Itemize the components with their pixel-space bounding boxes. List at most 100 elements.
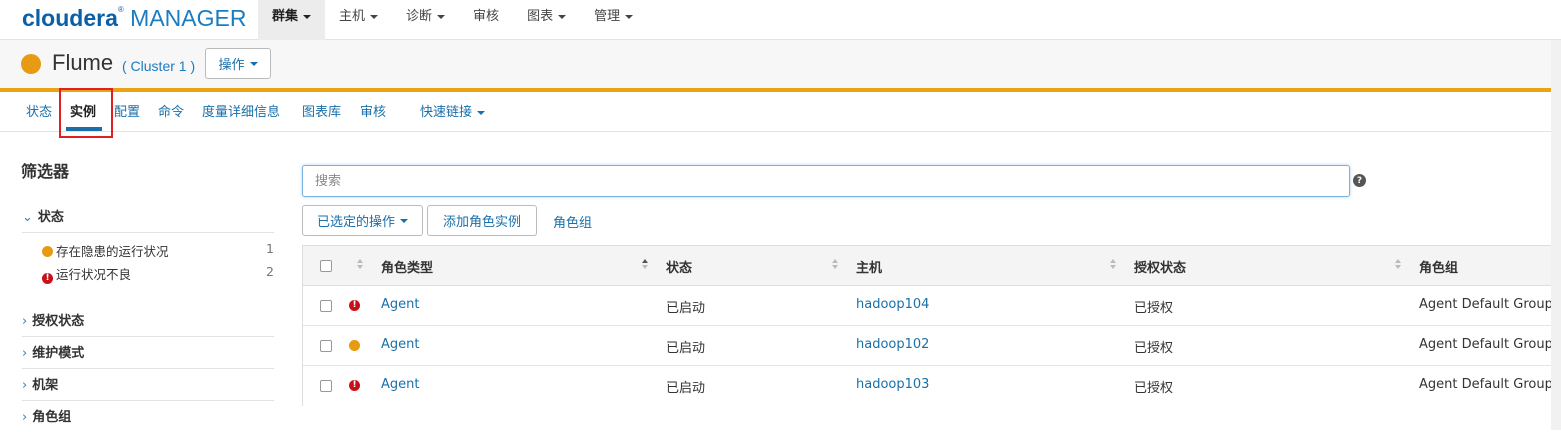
- top-navbar: cloudera® MANAGER 群集 主机 诊断 审核 图表 管理: [0, 0, 1561, 40]
- role-type-link[interactable]: Agent: [381, 377, 419, 392]
- column-role-type[interactable]: 角色类型: [381, 257, 433, 276]
- sort-icon[interactable]: [1110, 259, 1117, 271]
- table-header: 角色类型 状态 主机 授权状态 角色组: [303, 246, 1561, 286]
- filter-bad-label: 运行状况不良: [56, 267, 132, 282]
- chevron-right-icon: ›: [22, 314, 28, 329]
- host-link[interactable]: hadoop102: [856, 337, 929, 352]
- chevron-down-icon: [558, 15, 567, 19]
- tab-audits[interactable]: 审核: [360, 101, 386, 120]
- nav-diagnostics[interactable]: 诊断: [392, 0, 459, 40]
- warning-dot-icon: [42, 246, 53, 257]
- license-status: 已授权: [1134, 341, 1174, 356]
- filters-title: 筛选器: [21, 162, 70, 181]
- table-row: Agent 已启动 hadoop102 已授权 Agent Default Gr…: [303, 326, 1561, 366]
- host-link[interactable]: hadoop104: [856, 297, 929, 312]
- nav-hosts-label: 主机: [339, 9, 366, 24]
- tab-commands[interactable]: 命令: [158, 101, 184, 120]
- tab-configuration[interactable]: 配置: [114, 101, 140, 120]
- nav-clusters-label: 群集: [272, 9, 299, 24]
- role-type-link[interactable]: Agent: [381, 337, 419, 352]
- highlight-box-instances-tab: [59, 88, 113, 138]
- chevron-down-icon: [249, 61, 258, 66]
- logo-product: MANAGER: [130, 5, 247, 31]
- sort-asc-icon[interactable]: [642, 259, 649, 271]
- logo-registered-mark: ®: [117, 5, 124, 14]
- sort-icon[interactable]: [832, 259, 839, 271]
- table-row: ! Agent 已启动 hadoop103 已授权 Agent Default …: [303, 366, 1561, 406]
- column-role-group[interactable]: 角色组: [1419, 257, 1458, 276]
- chevron-down-icon: [437, 15, 446, 19]
- row-checkbox[interactable]: [320, 300, 332, 312]
- cloudera-manager-logo[interactable]: cloudera® MANAGER: [22, 5, 246, 32]
- facet-maintenance-label: 维护模式: [32, 346, 85, 361]
- filter-concerning-label: 存在隐患的运行状况: [56, 244, 169, 259]
- service-health-icon: [21, 54, 41, 74]
- add-role-instances-button[interactable]: 添加角色实例: [427, 205, 537, 236]
- error-icon: !: [42, 273, 53, 284]
- selected-actions-label: 已选定的操作: [316, 215, 395, 230]
- error-icon: !: [349, 380, 360, 391]
- nav-hosts[interactable]: 主机: [325, 0, 392, 40]
- nav-audits[interactable]: 审核: [459, 0, 513, 40]
- nav-audits-label: 审核: [473, 9, 500, 24]
- column-host[interactable]: 主机: [856, 257, 882, 276]
- sort-icon[interactable]: [1395, 259, 1402, 271]
- facet-license-status[interactable]: › 授权状态: [22, 310, 274, 337]
- service-header: Flume ( Cluster 1 ) 操作: [0, 40, 1561, 89]
- tab-metrics-details[interactable]: 度量详细信息: [202, 101, 280, 120]
- tab-chart-library[interactable]: 图表库: [302, 101, 341, 120]
- service-name: Flume: [52, 50, 114, 75]
- service-tabs: 状态 实例 配置 命令 度量详细信息 图表库 审核 快速链接: [0, 92, 1561, 132]
- filter-bad-health[interactable]: ! 运行状况不良 2: [42, 264, 274, 284]
- role-instances-table: 角色类型 状态 主机 授权状态 角色组 ! Agent 已启动 hadoop10…: [302, 245, 1561, 406]
- column-status[interactable]: 状态: [666, 257, 692, 276]
- nav-diagnostics-label: 诊断: [406, 9, 433, 24]
- facet-rack-label: 机架: [32, 378, 59, 393]
- chevron-down-icon: [370, 15, 379, 19]
- column-license-status[interactable]: 授权状态: [1134, 257, 1186, 276]
- license-status: 已授权: [1134, 301, 1174, 316]
- quick-links-menu[interactable]: 快速链接: [420, 101, 486, 120]
- sort-icon[interactable]: [357, 259, 364, 271]
- facet-status[interactable]: ⌄ 状态: [22, 206, 274, 233]
- role-group: Agent Default Group: [1419, 337, 1553, 352]
- role-status: 已启动: [666, 381, 706, 396]
- select-all-checkbox[interactable]: [320, 260, 332, 272]
- help-icon[interactable]: ?: [1353, 174, 1366, 187]
- page-scrollbar[interactable]: [1551, 40, 1561, 430]
- row-checkbox[interactable]: [320, 340, 332, 352]
- chevron-down-icon: [303, 15, 312, 19]
- facet-maintenance-mode[interactable]: › 维护模式: [22, 342, 274, 369]
- role-group: Agent Default Group: [1419, 297, 1553, 312]
- search-box: [302, 165, 1350, 197]
- main-nav: 群集 主机 诊断 审核 图表 管理: [258, 0, 647, 40]
- facet-role-group[interactable]: › 角色组: [22, 406, 274, 432]
- quick-links-label: 快速链接: [420, 105, 473, 120]
- facet-rack[interactable]: › 机架: [22, 374, 274, 401]
- nav-charts-label: 图表: [527, 9, 554, 24]
- selected-actions-button[interactable]: 已选定的操作: [302, 205, 423, 236]
- search-input[interactable]: [303, 166, 1349, 196]
- nav-administration[interactable]: 管理: [580, 0, 647, 40]
- role-group: Agent Default Group: [1419, 377, 1553, 392]
- license-status: 已授权: [1134, 381, 1174, 396]
- role-status: 已启动: [666, 301, 706, 316]
- filter-concerning-count: 1: [266, 241, 274, 256]
- nav-charts[interactable]: 图表: [513, 0, 580, 40]
- facet-role-group-label: 角色组: [32, 410, 72, 425]
- actions-button[interactable]: 操作: [205, 48, 271, 79]
- filter-bad-count: 2: [266, 264, 274, 279]
- nav-administration-label: 管理: [594, 9, 621, 24]
- role-type-link[interactable]: Agent: [381, 297, 419, 312]
- chevron-right-icon: ›: [22, 410, 28, 425]
- chevron-down-icon: [477, 110, 486, 115]
- logo-brand: cloudera: [22, 5, 118, 31]
- nav-clusters[interactable]: 群集: [258, 0, 326, 40]
- cluster-link[interactable]: ( Cluster 1 ): [122, 58, 195, 74]
- role-groups-link[interactable]: 角色组: [553, 212, 592, 231]
- tab-status[interactable]: 状态: [26, 101, 52, 120]
- row-checkbox[interactable]: [320, 380, 332, 392]
- error-icon: !: [349, 300, 360, 311]
- filter-concerning-health[interactable]: 存在隐患的运行状况 1: [42, 241, 274, 260]
- host-link[interactable]: hadoop103: [856, 377, 929, 392]
